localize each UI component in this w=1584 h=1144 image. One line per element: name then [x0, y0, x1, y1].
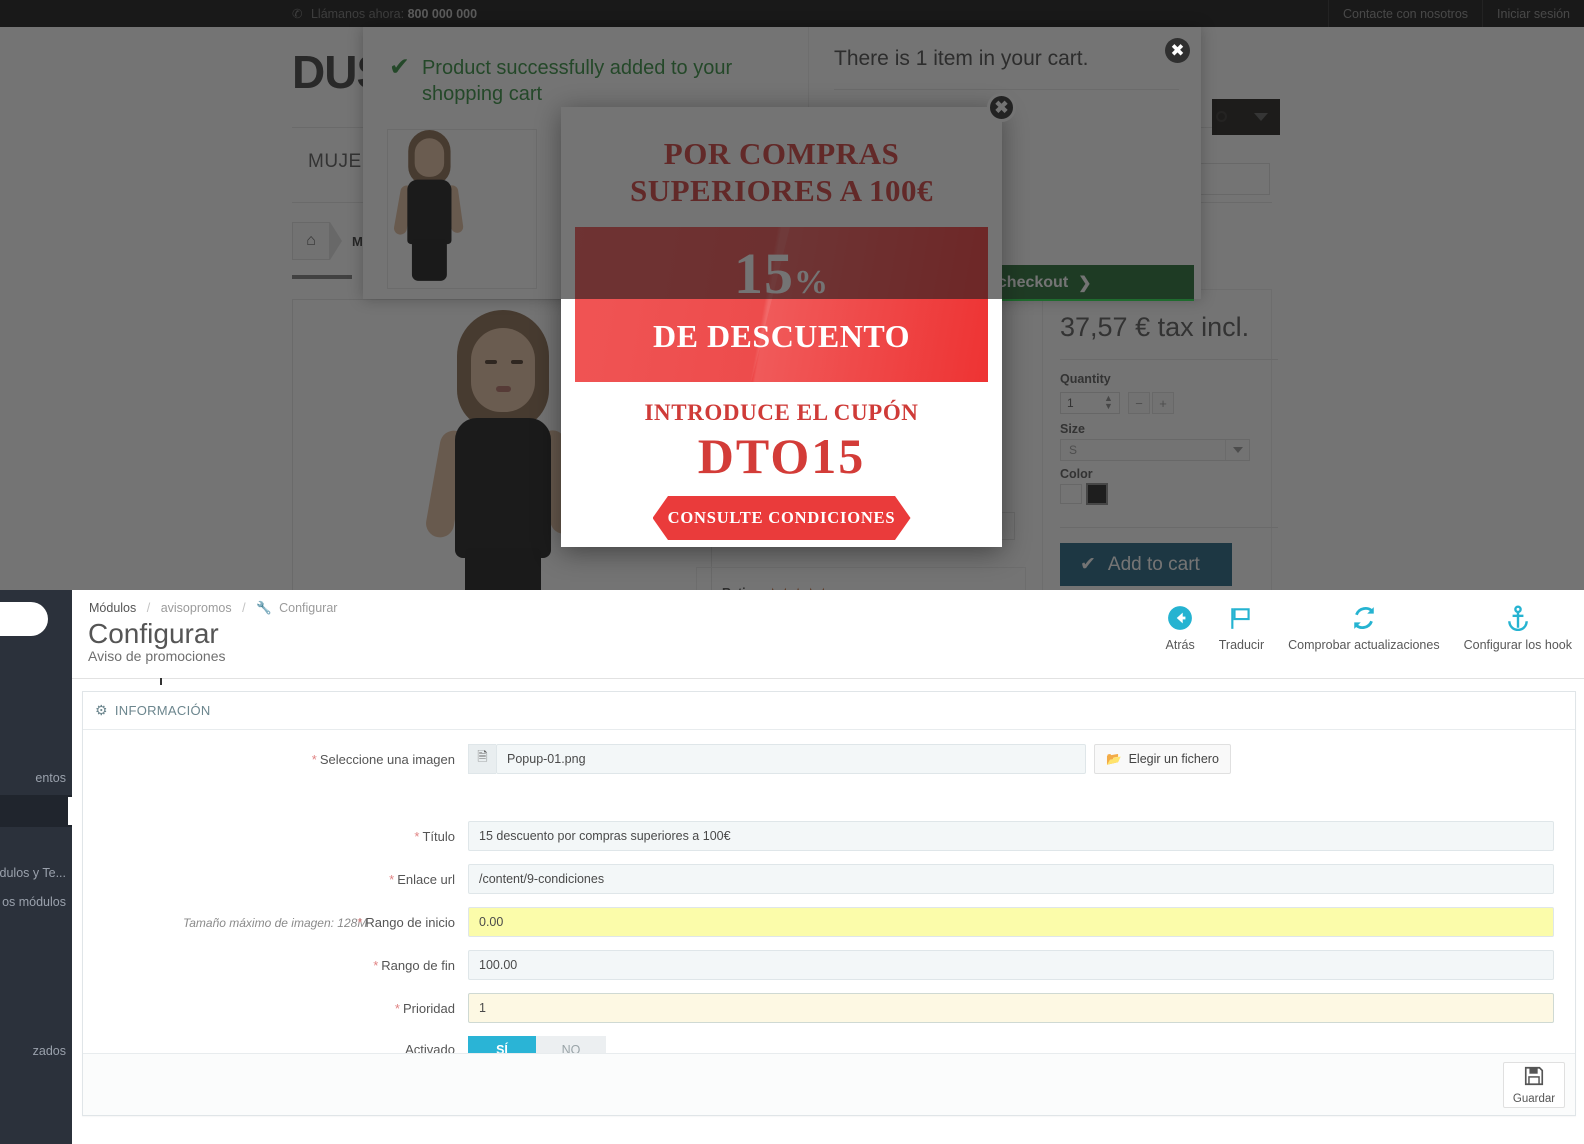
image-field-row: * Seleccione una imagen 🗎 Popup-01.png 📂 … [83, 744, 1575, 774]
range-start-field-row: * Rango de inicio 0.00 [83, 907, 1575, 937]
sidebar-item-avanzados[interactable]: zados [33, 1044, 66, 1058]
url-label-text: Enlace url [397, 871, 455, 887]
breadcrumb: Módulos / avisopromos / 🔧 Configurar [89, 601, 337, 616]
configure-hooks-button[interactable]: Configurar los hook [1452, 604, 1584, 652]
priority-field-label: * Prioridad [83, 1001, 468, 1016]
refresh-icon [1288, 604, 1439, 632]
breadcrumb-module[interactable]: avisopromos [161, 601, 232, 615]
close-icon[interactable]: ✖ [1165, 38, 1190, 63]
promo-cta-wrapper: CONSULTE CONDICIONES [561, 496, 1002, 540]
back-button-label: Atrás [1165, 638, 1195, 652]
admin-panel: entos ódulos y Te... os módulos zados Mó… [0, 590, 1584, 1144]
header-divider [72, 678, 1584, 679]
gears-icon: ⚙ [95, 702, 108, 718]
back-button[interactable]: Atrás [1154, 604, 1207, 652]
promo-discount-text: DE DESCUENTO [652, 318, 911, 354]
wrench-icon: 🔧 [256, 601, 272, 615]
choose-file-label: Elegir un fichero [1128, 752, 1219, 766]
priority-field-row: * Prioridad 1 [83, 993, 1575, 1023]
consult-conditions-label: CONSULTE CONDICIONES [667, 508, 896, 527]
save-button-label: Guardar [1512, 1093, 1556, 1105]
breadcrumb-root[interactable]: Módulos [89, 601, 136, 615]
floppy-disk-icon [1523, 1065, 1545, 1090]
file-icon: 🗎 [468, 744, 496, 774]
sidebar-item-mis-modulos[interactable]: os módulos [2, 895, 66, 909]
back-arrow-icon [1166, 604, 1195, 632]
panel-header-label: INFORMACIÓN [114, 703, 211, 718]
admin-toolbar: Atrás Traducir Comprobar actualizaciones [1154, 604, 1584, 652]
consult-conditions-button[interactable]: CONSULTE CONDICIONES [652, 496, 911, 540]
configure-hooks-label: Configurar los hook [1463, 638, 1572, 652]
translate-button[interactable]: Traducir [1207, 604, 1276, 652]
range-end-input[interactable]: 100.00 [468, 950, 1554, 980]
title-input[interactable]: 15 descuento por compras superiores a 10… [468, 821, 1554, 851]
url-field-label: * Enlace url [83, 872, 468, 887]
flag-icon [1219, 604, 1264, 632]
required-marker: * [311, 751, 317, 767]
title-field-label: * Título [83, 829, 468, 844]
range-end-field-row: * Rango de fin 100.00 [83, 950, 1575, 980]
title-field-row: * Título 15 descuento por compras superio… [83, 821, 1575, 851]
panel-body: * Seleccione una imagen 🗎 Popup-01.png 📂 … [83, 730, 1575, 1063]
folder-open-icon: 📂 [1106, 751, 1122, 766]
sidebar-item-documentos[interactable]: entos [35, 771, 66, 785]
page-subtitle: Aviso de promociones [88, 648, 226, 664]
image-file-group: 🗎 Popup-01.png 📂 Elegir un fichero [468, 744, 1231, 774]
translate-button-label: Traducir [1218, 638, 1265, 652]
sidebar-search-input[interactable] [0, 602, 48, 636]
sidebar-item-modulos-temas[interactable]: ódulos y Te... [0, 866, 66, 880]
required-marker: * [389, 871, 395, 887]
information-panel: ⚙ INFORMACIÓN * Seleccione una imagen 🗎 P… [82, 691, 1576, 1116]
breadcrumb-separator: / [146, 601, 151, 615]
admin-sidebar: entos ódulos y Te... os módulos zados [0, 590, 72, 1144]
breadcrumb-separator: / [242, 601, 246, 615]
sidebar-item-active[interactable] [0, 795, 72, 827]
image-label-text: Seleccione una imagen [319, 751, 455, 767]
image-filename-input[interactable]: Popup-01.png [496, 744, 1086, 774]
url-field-row: * Enlace url /content/9-condiciones [83, 864, 1575, 894]
product-added-modal: ✔ Product successfully added to your sho… [363, 27, 1201, 301]
text-cursor [160, 678, 162, 685]
promo-coupon-code: DTO15 [697, 428, 866, 484]
range-end-field-label: * Rango de fin [83, 958, 468, 973]
title-label-text: Título [422, 828, 455, 844]
priority-label-text: Prioridad [402, 1000, 455, 1016]
choose-file-button[interactable]: 📂 Elegir un fichero [1094, 744, 1231, 774]
range-start-input[interactable]: 0.00 [468, 907, 1554, 937]
check-updates-button[interactable]: Comprobar actualizaciones [1276, 604, 1451, 652]
check-updates-label: Comprobar actualizaciones [1288, 638, 1440, 652]
breadcrumb-current: Configurar [279, 601, 338, 615]
save-button[interactable]: Guardar [1503, 1062, 1565, 1108]
url-input[interactable]: /content/9-condiciones [468, 864, 1554, 894]
panel-header: ⚙ INFORMACIÓN [83, 692, 1575, 730]
page-title: Configurar [88, 618, 219, 649]
screenshot-root: DUSK MUJER ⌂ Muj [0, 0, 1584, 1144]
required-marker: * [414, 828, 420, 844]
panel-footer: Guardar [83, 1053, 1575, 1115]
required-marker: * [357, 914, 363, 930]
anchor-icon [1464, 604, 1572, 632]
required-marker: * [394, 1000, 400, 1016]
admin-main: Módulos / avisopromos / 🔧 Configurar Con… [72, 590, 1584, 1144]
admin-header: Módulos / avisopromos / 🔧 Configurar Con… [72, 590, 1584, 680]
range-end-label-text: Rango de fin [381, 957, 455, 973]
required-marker: * [373, 957, 379, 973]
range-start-label-text: Rango de inicio [365, 914, 455, 930]
promo-coupon-intro: INTRODUCE EL CUPÓN [644, 400, 919, 425]
range-start-field-label: * Rango de inicio [83, 915, 468, 930]
priority-input[interactable]: 1 [468, 993, 1554, 1023]
image-field-label: * Seleccione una imagen [83, 752, 468, 767]
